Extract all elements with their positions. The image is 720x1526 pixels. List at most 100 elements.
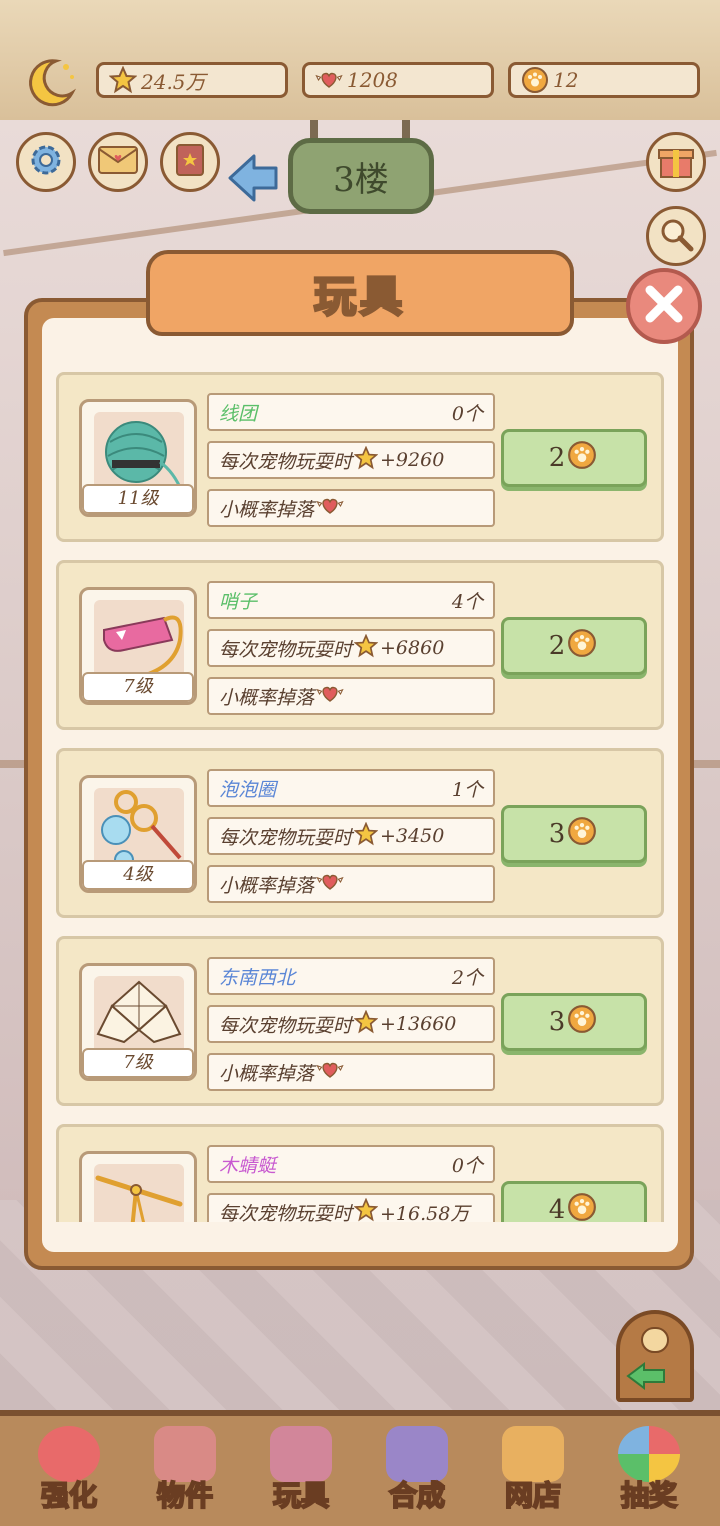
toy-name: 木蜻蜓	[219, 1154, 277, 1177]
star-icon	[353, 633, 379, 663]
buy-button[interactable]: 4	[501, 1181, 647, 1222]
toy-name-row: 线团 0个	[207, 393, 495, 431]
gift-icon	[656, 140, 696, 184]
buy-button[interactable]: 2	[501, 429, 647, 487]
moon-icon[interactable]	[22, 55, 78, 111]
toy-effect-prefix: 每次宠物玩耍时	[219, 1014, 353, 1037]
buy-button[interactable]: 2	[501, 617, 647, 675]
toy-name-row: 木蜻蜓 0个	[207, 1145, 495, 1183]
toy-effect-value: +16.58万	[380, 1202, 470, 1223]
toy-effect-prefix: 每次宠物玩耍时	[219, 450, 353, 473]
toy-count: 0个	[451, 1154, 483, 1177]
gear-icon	[26, 140, 66, 184]
buy-price: 3	[548, 819, 566, 849]
toy-level: 7级	[82, 1048, 194, 1078]
toy-level: 11级	[82, 484, 194, 514]
toy-drop-row: 小概率掉落	[207, 677, 495, 715]
exit-arrow-icon	[626, 1327, 669, 1390]
coins-value: 12	[553, 68, 579, 92]
toy-drop-text: 小概率掉落	[219, 874, 315, 897]
nav-label: 玩具	[272, 1478, 330, 1513]
buy-button[interactable]: 3	[501, 805, 647, 863]
toy-count: 4个	[451, 590, 483, 613]
paw-coin-icon	[567, 1192, 597, 1223]
nav-label: 强化	[40, 1478, 98, 1513]
nav-upgrade[interactable]: 强化	[14, 1420, 124, 1515]
toy-name: 东南西北	[219, 966, 296, 989]
nav-label: 合成	[388, 1478, 446, 1513]
toy-drop-row: 小概率掉落	[207, 1053, 495, 1091]
book-icon	[171, 141, 209, 183]
toy-count: 1个	[451, 778, 483, 801]
nav-items[interactable]: 物件	[130, 1420, 240, 1515]
toy-thumbnail[interactable]: 4级	[79, 775, 197, 893]
toy-drop-row: 小概率掉落	[207, 865, 495, 903]
book-button[interactable]	[160, 132, 220, 192]
paw-coin-icon	[567, 816, 597, 853]
star-icon	[353, 821, 379, 851]
nav-toys[interactable]: 玩具	[246, 1420, 356, 1515]
buy-price: 2	[548, 443, 566, 473]
toy-count: 2个	[451, 966, 483, 989]
toy-name-row: 哨子 4个	[207, 581, 495, 619]
paw-coin-icon	[521, 66, 549, 94]
toy-name-row: 泡泡圈 1个	[207, 769, 495, 807]
nav-label: 抽奖	[620, 1478, 678, 1513]
toy-effect-value: +6860	[380, 637, 445, 659]
stars-counter: 24.5万	[96, 62, 288, 98]
buy-button[interactable]: 3	[501, 993, 647, 1051]
toy-thumbnail[interactable]: 7级	[79, 963, 197, 1081]
star-icon	[109, 66, 137, 94]
toy-list[interactable]: 11级 线团 0个 每次宠物玩耍时 +9260 小概率掉落 2 7级 哨子 4个…	[42, 360, 678, 1222]
magnifier-button[interactable]	[646, 206, 706, 266]
paw-coin-icon	[567, 628, 597, 665]
envelope-icon	[97, 144, 139, 180]
stars-value: 24.5万	[141, 69, 206, 94]
gift-button[interactable]	[646, 132, 706, 192]
bamboo-copter-icon	[95, 1175, 183, 1222]
toy-effect-row: 每次宠物玩耍时 +13660	[207, 1005, 495, 1043]
paw-coin-icon	[567, 440, 597, 477]
buy-price: 3	[548, 1007, 566, 1037]
toy-name: 线团	[219, 402, 258, 425]
toy-effect-value: +13660	[380, 1013, 457, 1035]
panel-title: 玩具	[312, 270, 406, 322]
toy-card: 7级 哨子 4个 每次宠物玩耍时 +6860 小概率掉落 2	[56, 560, 664, 730]
mail-button[interactable]	[88, 132, 148, 192]
floor-label: 3楼	[333, 159, 389, 200]
back-arrow-button[interactable]	[224, 150, 280, 206]
hearts-counter: 1208	[302, 62, 494, 98]
toy-name: 哨子	[219, 590, 258, 613]
toy-card: 7级 东南西北 2个 每次宠物玩耍时 +13660 小概率掉落 3	[56, 936, 664, 1106]
buy-price: 2	[548, 631, 566, 661]
toy-effect-prefix: 每次宠物玩耍时	[219, 638, 353, 661]
panel-title-banner: 玩具	[146, 250, 574, 336]
toy-thumbnail[interactable]	[79, 1151, 197, 1222]
star-icon	[353, 1197, 379, 1223]
toy-effect-value: +9260	[380, 449, 445, 471]
nav-craft[interactable]: 合成	[362, 1420, 472, 1515]
star-icon	[353, 445, 379, 475]
toy-effect-prefix: 每次宠物玩耍时	[219, 826, 353, 849]
toy-thumbnail[interactable]: 11级	[79, 399, 197, 517]
toy-drop-row: 小概率掉落	[207, 489, 495, 527]
nav-label: 物件	[156, 1478, 214, 1513]
nav-shop[interactable]: 网店	[478, 1420, 588, 1515]
toy-effect-row: 每次宠物玩耍时 +9260	[207, 441, 495, 479]
exit-door-button[interactable]	[616, 1310, 694, 1402]
nav-lottery[interactable]: 抽奖	[594, 1420, 704, 1515]
floor-sign: 3楼	[288, 138, 434, 214]
close-button[interactable]	[626, 268, 702, 344]
star-icon	[353, 1009, 379, 1039]
toy-thumbnail[interactable]: 7级	[79, 587, 197, 705]
buy-price: 4	[548, 1195, 566, 1222]
toy-card: 木蜻蜓 0个 每次宠物玩耍时 +16.58万 4	[56, 1124, 664, 1222]
magnifier-icon	[656, 214, 696, 258]
winged-heart-icon	[316, 1060, 344, 1085]
toy-name: 泡泡圈	[219, 778, 277, 801]
paw-coin-icon	[567, 1004, 597, 1041]
hearts-value: 1208	[347, 68, 398, 92]
settings-button[interactable]	[16, 132, 76, 192]
toy-drop-text: 小概率掉落	[219, 686, 315, 709]
winged-heart-icon	[316, 496, 344, 521]
